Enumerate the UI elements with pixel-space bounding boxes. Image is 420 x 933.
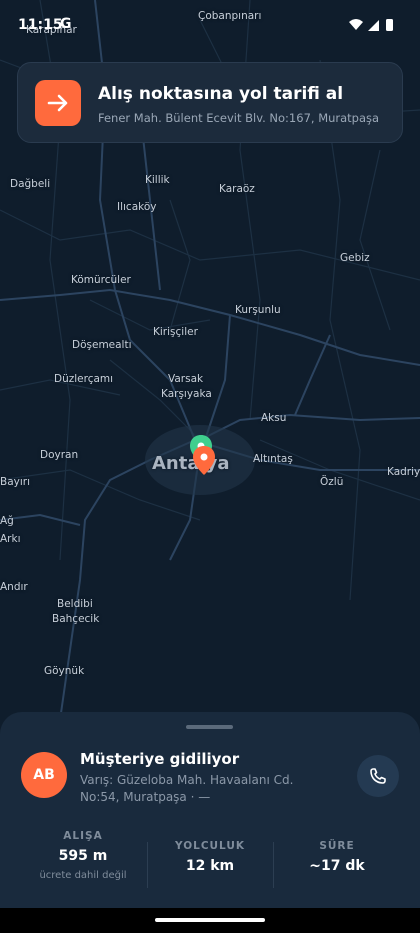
status-icons (348, 17, 396, 36)
destination-text: Varış: Güzeloba Mah. Havaalanı Cd. No:54… (80, 773, 294, 804)
avatar: AB (21, 752, 67, 798)
stat-trip: YOLCULUK 12 km (140, 840, 280, 874)
wifi-icon (349, 19, 363, 30)
place-label: Dağbeli (10, 178, 51, 190)
home-gesture-bar[interactable] (155, 918, 265, 922)
banner-title: Alış noktasına yol tarifi al (98, 84, 344, 104)
trip-status-title: Müşteriye gidiliyor (80, 750, 240, 768)
place-label: Bahçecik (52, 613, 100, 625)
stat-value: 595 m (58, 848, 108, 864)
place-label: Altıntaş (253, 453, 293, 465)
status-bar: 11:15 G (0, 0, 420, 50)
place-label: Karaöz (219, 183, 255, 195)
stat-label: SÜRE (319, 840, 355, 852)
system-nav-bar (0, 908, 420, 933)
signal-icon (368, 20, 379, 31)
place-label: Killik (145, 174, 170, 186)
place-label: Andır (0, 581, 28, 593)
place-label: Düzlerçamı (54, 373, 114, 385)
driver-location-pin-icon[interactable] (192, 445, 216, 479)
sheet-drag-handle[interactable] (186, 725, 233, 729)
stat-note: ücrete dahil değil (39, 870, 127, 881)
place-label: Göynük (44, 665, 85, 677)
call-button[interactable] (357, 755, 399, 797)
status-time: 11:15 (18, 17, 63, 33)
place-label: Kurşunlu (235, 304, 281, 316)
place-label: Ağ (0, 515, 14, 527)
place-label: Döşemealtı (72, 339, 132, 351)
arrow-right-icon[interactable] (35, 80, 81, 126)
place-label: Aksu (261, 412, 287, 424)
place-label: Karşıyaka (161, 388, 212, 400)
place-label: Kadriy (387, 466, 420, 478)
place-label: Kömürcüler (71, 274, 131, 286)
place-label: Beldibi (57, 598, 93, 610)
place-label: Varsak (168, 373, 204, 385)
stat-duration: SÜRE ~17 dk (267, 840, 407, 874)
place-label: Arkı (0, 533, 21, 545)
place-label: Doyran (40, 449, 79, 461)
stat-value: 12 km (185, 858, 235, 874)
stat-label: YOLCULUK (174, 840, 246, 852)
provider-letter: G (60, 16, 72, 32)
place-label: Gebiz (340, 252, 370, 264)
place-label: Kirişçiler (153, 326, 198, 338)
battery-icon (386, 19, 393, 31)
place-label: Ilıcaköy (117, 201, 157, 213)
stat-label: ALIŞA (63, 830, 103, 842)
place-label: Bayırı (0, 476, 31, 488)
banner-address: Fener Mah. Bülent Ecevit Blv. No:167, Mu… (98, 111, 380, 125)
stat-value: ~17 dk (309, 858, 365, 874)
directions-banner[interactable]: Alış noktasına yol tarifi al Fener Mah. … (17, 62, 403, 143)
phone-icon (370, 768, 386, 784)
place-label: Özlü (320, 476, 344, 488)
trip-sheet[interactable]: AB Müşteriye gidiliyor Varış: Güzeloba M… (0, 712, 420, 908)
stat-pickup: ALIŞA 595 m ücrete dahil değil (13, 830, 153, 881)
